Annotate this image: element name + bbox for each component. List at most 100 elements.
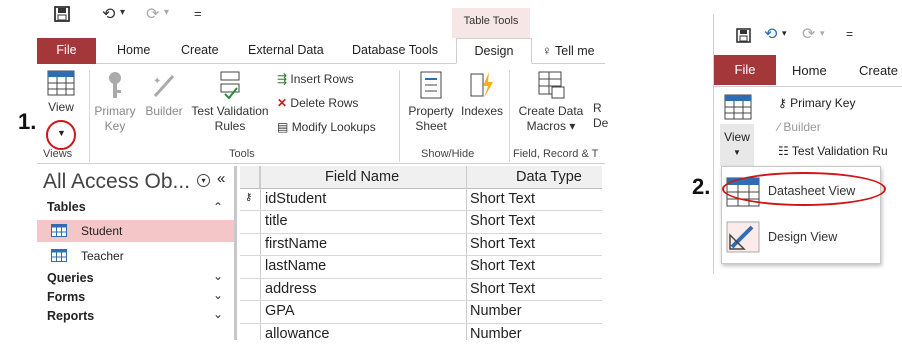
redo-dropdown-icon[interactable]: ▾ bbox=[820, 28, 825, 39]
nav-item-teacher[interactable]: Teacher bbox=[37, 245, 234, 267]
customize-qat-icon[interactable]: = bbox=[846, 27, 853, 41]
tab-create[interactable]: Create bbox=[181, 38, 219, 64]
field-name-cell[interactable]: GPA bbox=[265, 303, 295, 319]
save-icon[interactable] bbox=[736, 28, 751, 46]
table-row[interactable]: firstName Short Text bbox=[240, 234, 602, 257]
data-type-cell[interactable]: Short Text bbox=[470, 258, 535, 274]
redo-icon[interactable]: ⟳ bbox=[802, 24, 815, 44]
tab-design[interactable]: Design bbox=[456, 38, 532, 64]
view-button[interactable]: View bbox=[43, 70, 79, 115]
nav-group-tables[interactable]: Tables bbox=[47, 200, 86, 214]
data-type-cell[interactable]: Number bbox=[470, 303, 522, 319]
table-row[interactable]: allowance Number bbox=[240, 324, 602, 346]
indexes-button[interactable]: Indexes bbox=[459, 70, 505, 119]
expand-down-icon[interactable]: ⌄ bbox=[213, 307, 223, 321]
primary-key-button[interactable]: ⚷ Primary Key bbox=[778, 96, 855, 110]
create-data-macros-label-1: Create Data bbox=[519, 104, 584, 118]
primary-key-icon: ⚷ bbox=[245, 192, 252, 203]
undo-icon[interactable]: ⟲ bbox=[102, 4, 115, 24]
table-row[interactable]: lastName Short Text bbox=[240, 256, 602, 279]
test-validation-rules-button[interactable]: ☷ Test Validation Ru bbox=[778, 144, 888, 158]
nav-group-reports[interactable]: Reports bbox=[47, 309, 94, 323]
field-name-cell[interactable]: title bbox=[265, 213, 288, 229]
select-all-corner[interactable] bbox=[240, 166, 260, 188]
menu-item-design-view[interactable]: Design View bbox=[726, 219, 876, 255]
tab-file[interactable]: File bbox=[37, 38, 96, 64]
menu-item-label: Design View bbox=[768, 230, 837, 244]
nav-item-student[interactable]: Student bbox=[37, 220, 234, 242]
redo-icon[interactable]: ⟳ bbox=[146, 4, 159, 24]
property-sheet-button[interactable]: Property Sheet bbox=[403, 70, 459, 134]
table-icon bbox=[51, 249, 67, 265]
insert-rows-button[interactable]: ⇶ Insert Rows bbox=[277, 72, 354, 87]
navigation-pane: All Access Ob... ▾ « Tables ⌃ Student Te… bbox=[37, 166, 237, 340]
save-icon[interactable] bbox=[54, 6, 70, 27]
field-name-cell[interactable]: idStudent bbox=[265, 191, 326, 207]
ribbon-design: View ▼ Views Primary Key ✦ Builder Test … bbox=[37, 64, 605, 164]
test-validation-rules-button[interactable]: Test Validation Rules bbox=[187, 70, 273, 134]
data-macros-icon bbox=[537, 89, 565, 103]
tab-create[interactable]: Create bbox=[859, 63, 898, 78]
primary-key-button[interactable]: Primary Key bbox=[93, 70, 137, 134]
modify-lookups-icon: ▤ bbox=[277, 120, 288, 134]
table-icon bbox=[51, 224, 67, 240]
view-label: View bbox=[724, 130, 750, 144]
redo-dropdown-icon[interactable]: ▾ bbox=[164, 7, 169, 18]
field-name-cell[interactable]: allowance bbox=[265, 326, 330, 342]
tell-me-label: Tell me bbox=[555, 44, 595, 58]
builder-button[interactable]: ⁄ Builder bbox=[778, 120, 821, 134]
nav-pane-title[interactable]: All Access Ob... bbox=[43, 170, 190, 194]
expand-down-icon[interactable]: ⌄ bbox=[213, 269, 223, 283]
rename-delete-macro-button[interactable]: R De bbox=[593, 101, 609, 131]
expand-down-icon[interactable]: ⌄ bbox=[213, 288, 223, 302]
collapse-up-icon[interactable]: ⌃ bbox=[213, 200, 223, 214]
tab-home[interactable]: Home bbox=[117, 38, 150, 64]
data-type-cell[interactable]: Short Text bbox=[470, 191, 535, 207]
table-row[interactable]: address Short Text bbox=[240, 279, 602, 302]
nav-group-forms[interactable]: Forms bbox=[47, 290, 85, 304]
table-row[interactable]: title Short Text bbox=[240, 211, 602, 234]
test-validation-label: Test Validation Ru bbox=[792, 144, 888, 158]
field-name-cell[interactable]: lastName bbox=[265, 258, 326, 274]
indexes-icon bbox=[469, 89, 495, 103]
tab-external-data[interactable]: External Data bbox=[248, 38, 324, 64]
step-2-label: 2. bbox=[692, 174, 710, 200]
nav-item-label: Teacher bbox=[81, 249, 124, 263]
group-divider bbox=[509, 70, 510, 162]
field-name-cell[interactable]: address bbox=[265, 281, 317, 297]
shutter-bar-close-icon[interactable]: « bbox=[217, 170, 225, 187]
insert-rows-icon: ⇶ bbox=[277, 72, 287, 86]
lightbulb-icon: ♀ bbox=[542, 43, 552, 58]
tell-me-box[interactable]: ♀ Tell me bbox=[542, 38, 595, 64]
tab-file[interactable]: File bbox=[714, 55, 776, 85]
primary-key-label-2: Key bbox=[105, 119, 126, 133]
tab-home[interactable]: Home bbox=[792, 63, 827, 78]
group-label-show-hide: Show/Hide bbox=[421, 148, 474, 160]
undo-dropdown-icon[interactable]: ▾ bbox=[782, 28, 787, 39]
undo-dropdown-icon[interactable]: ▾ bbox=[120, 7, 125, 18]
primary-key-label-1: Primary bbox=[94, 104, 135, 118]
undo-icon[interactable]: ⟲ bbox=[764, 24, 777, 44]
group-label-views: Views bbox=[43, 148, 72, 160]
modify-lookups-button[interactable]: ▤ Modify Lookups bbox=[277, 120, 376, 135]
table-row[interactable]: ⚷ idStudent Short Text bbox=[240, 189, 602, 212]
nav-menu-dropdown-icon[interactable]: ▾ bbox=[197, 174, 210, 187]
tab-database-tools[interactable]: Database Tools bbox=[352, 38, 438, 64]
delete-rows-button[interactable]: ✕ Delete Rows bbox=[277, 96, 358, 111]
data-type-cell[interactable]: Short Text bbox=[470, 281, 535, 297]
data-type-cell[interactable]: Short Text bbox=[470, 236, 535, 252]
nav-group-queries[interactable]: Queries bbox=[47, 271, 94, 285]
data-type-cell[interactable]: Short Text bbox=[470, 213, 535, 229]
table-row[interactable]: GPA Number bbox=[240, 301, 602, 324]
delete-rows-icon: ✕ bbox=[277, 96, 287, 110]
field-name-cell[interactable]: firstName bbox=[265, 236, 327, 252]
column-header-field-name[interactable]: Field Name bbox=[325, 169, 399, 185]
dropdown-arrow-icon: ▼ bbox=[733, 148, 741, 157]
view-dropdown-button[interactable]: View ▼ bbox=[720, 124, 754, 166]
column-header-data-type[interactable]: Data Type bbox=[516, 169, 582, 185]
customize-qat-icon[interactable]: = bbox=[194, 6, 202, 21]
create-data-macros-button[interactable]: Create Data Macros ▾ bbox=[513, 70, 589, 134]
data-type-cell[interactable]: Number bbox=[470, 326, 522, 342]
builder-button[interactable]: ✦ Builder bbox=[141, 70, 187, 119]
view-dropdown-arrow-icon[interactable]: ▼ bbox=[57, 128, 66, 138]
